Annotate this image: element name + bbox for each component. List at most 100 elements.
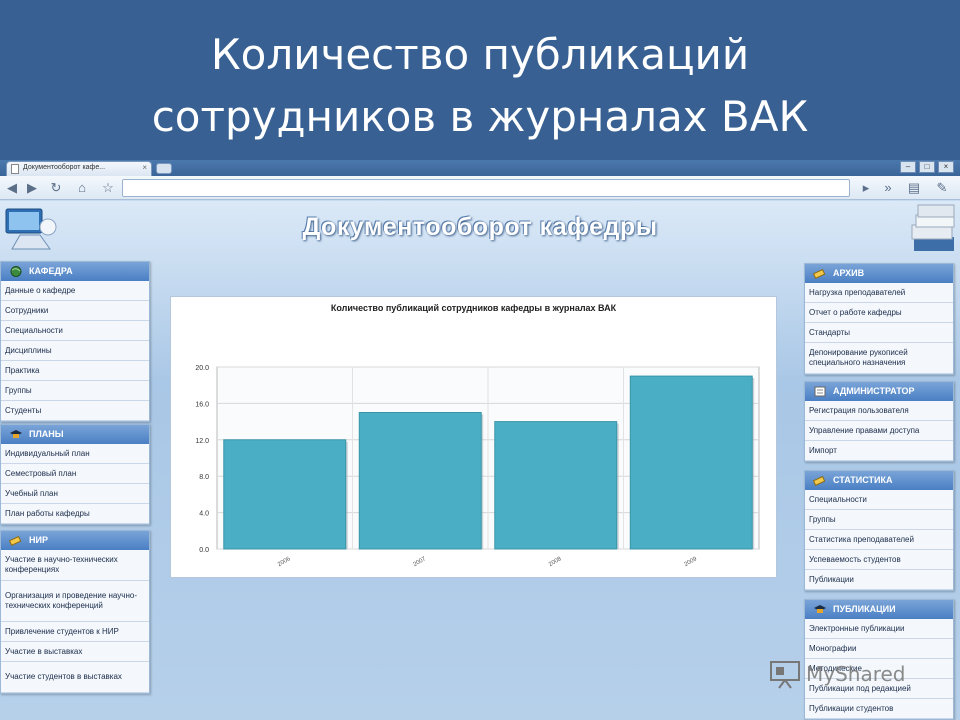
- star-icon[interactable]: ☆: [100, 180, 116, 196]
- menu-link-label: Участие в выставках: [5, 646, 83, 656]
- menu-header-icon: [9, 535, 22, 546]
- tab-close-icon[interactable]: ×: [142, 163, 147, 172]
- left-menu-header-1[interactable]: ПЛАНЫ: [1, 425, 149, 444]
- menu-link-label: Привлечение студентов к НИР: [5, 626, 119, 636]
- page-icon: [11, 164, 19, 174]
- menu-header-icon: [814, 605, 826, 613]
- menu-link[interactable]: Отчет о работе кафедры: [805, 303, 953, 323]
- menu-header-icon: [814, 386, 826, 397]
- left-menu-header-0[interactable]: КАФЕДРА: [1, 262, 149, 281]
- menu-link[interactable]: Организация и проведение научно-техничес…: [1, 581, 149, 622]
- menu-header-icon: [10, 266, 22, 277]
- y-tick-label: 16.0: [195, 401, 209, 408]
- presentation-board-icon: [770, 661, 800, 689]
- menu-link-label: Группы: [5, 385, 32, 395]
- right-menu-header-1[interactable]: АДМИНИСТРАТОР: [805, 382, 953, 401]
- menu-link[interactable]: Практика: [1, 361, 149, 381]
- left-menu-header-2[interactable]: НИР: [1, 531, 149, 550]
- menu-link[interactable]: Участие студентов в выставках: [1, 662, 149, 693]
- menu-link-label: Специальности: [809, 494, 867, 504]
- menu-link-label: Успеваемость студентов: [809, 554, 901, 564]
- left-menu-2: НИР Участие в научно-технических конферен…: [0, 530, 150, 694]
- chart-panel: Количество публикаций сотрудников кафедр…: [170, 296, 777, 578]
- menu-link-label: Регистрация пользователя: [809, 405, 909, 415]
- menu-header-label: ПЛАНЫ: [29, 429, 64, 439]
- reload-icon[interactable]: ↻: [48, 180, 64, 196]
- menu-link[interactable]: Данные о кафедре: [1, 281, 149, 301]
- y-tick-label: 4.0: [199, 511, 209, 518]
- menu-link[interactable]: Публикации студентов: [805, 699, 953, 719]
- menu-link-label: Практика: [5, 365, 40, 375]
- menu-link[interactable]: Специальности: [805, 490, 953, 510]
- x-tick-label: 2008: [548, 556, 563, 568]
- maximize-button[interactable]: □: [919, 161, 935, 173]
- menu-link[interactable]: Регистрация пользователя: [805, 401, 953, 421]
- menu-link[interactable]: Нагрузка преподавателей: [805, 283, 953, 303]
- y-tick-label: 20.0: [195, 365, 209, 372]
- menu-link[interactable]: Успеваемость студентов: [805, 550, 953, 570]
- wrench-icon[interactable]: ✎: [934, 180, 950, 196]
- menu-link[interactable]: Группы: [805, 510, 953, 530]
- slide-header: Количество публикаций сотрудников в журн…: [0, 0, 960, 162]
- bar: [358, 412, 482, 550]
- tab-title: Документооборот кафе...: [23, 164, 106, 171]
- bar: [629, 375, 753, 550]
- right-menu-header-0[interactable]: АРХИВ: [805, 264, 953, 283]
- right-menu-header-3[interactable]: ПУБЛИКАЦИИ: [805, 600, 953, 619]
- menu-header-icon: [813, 268, 826, 279]
- menu-header-icon: [10, 430, 22, 438]
- go-icon[interactable]: ▸: [858, 180, 874, 196]
- menu-link[interactable]: Специальности: [1, 321, 149, 341]
- menu-link[interactable]: Депонирование рукописей специального наз…: [805, 343, 953, 374]
- new-tab-button[interactable]: [156, 163, 172, 174]
- bar: [494, 421, 618, 550]
- menu-link-label: Индивидуальный план: [5, 448, 90, 458]
- bookmarks-more-icon[interactable]: »: [880, 180, 896, 196]
- menu-link[interactable]: Управление правами доступа: [805, 421, 953, 441]
- menu-link[interactable]: Стандарты: [805, 323, 953, 343]
- menu-link[interactable]: План работы кафедры: [1, 504, 149, 524]
- menu-link-label: Организация и проведение научно-техничес…: [5, 591, 137, 610]
- menu-link-label: Статистика преподавателей: [809, 534, 914, 544]
- documents-stack-icon: [911, 204, 955, 251]
- menu-link[interactable]: Группы: [1, 381, 149, 401]
- menu-link[interactable]: Студенты: [1, 401, 149, 421]
- page-menu-icon[interactable]: ▤: [906, 180, 922, 196]
- menu-link[interactable]: Электронные публикации: [805, 619, 953, 639]
- menu-header-label: АРХИВ: [833, 268, 865, 278]
- menu-link[interactable]: Дисциплины: [1, 341, 149, 361]
- y-tick-label: 0.0: [199, 547, 209, 554]
- tab-bar: Документооборот кафе... × – □ ×: [0, 160, 960, 176]
- slide-title-line-2: сотрудников в журналах ВАК: [151, 92, 809, 141]
- menu-link[interactable]: Сотрудники: [1, 301, 149, 321]
- left-menu-0: КАФЕДРА Данные о кафедре Сотрудники Специал…: [0, 261, 150, 422]
- home-icon[interactable]: ⌂: [74, 180, 90, 196]
- menu-link-label: Семестровый план: [5, 468, 77, 478]
- menu-link[interactable]: Участие в выставках: [1, 642, 149, 662]
- menu-link-label: Сотрудники: [5, 305, 49, 315]
- address-bar[interactable]: [122, 179, 850, 197]
- menu-header-label: ПУБЛИКАЦИИ: [833, 604, 896, 614]
- close-window-button[interactable]: ×: [938, 161, 954, 173]
- site-title: Документооборот кафедры: [302, 213, 658, 241]
- menu-link[interactable]: Публикации: [805, 570, 953, 590]
- menu-link-label: Студенты: [5, 405, 42, 415]
- browser-window: Документооборот кафе... × – □ × ◀ ▶ ↻ ⌂ …: [0, 160, 960, 720]
- y-tick-label: 8.0: [199, 474, 209, 481]
- minimize-button[interactable]: –: [900, 161, 916, 173]
- x-tick-label: 2009: [683, 556, 698, 568]
- menu-link[interactable]: Статистика преподавателей: [805, 530, 953, 550]
- right-menu-header-2[interactable]: СТАТИСТИКА: [805, 471, 953, 490]
- back-icon[interactable]: ◀: [4, 180, 20, 196]
- menu-link-label: Участие в научно-технических конференция…: [5, 555, 118, 574]
- menu-link[interactable]: Привлечение студентов к НИР: [1, 622, 149, 642]
- right-menu-2: СТАТИСТИКА Специальности Группы Статистика …: [804, 470, 954, 591]
- menu-link[interactable]: Учебный план: [1, 484, 149, 504]
- menu-link[interactable]: Участие в научно-технических конференция…: [1, 550, 149, 581]
- menu-link-label: Специальности: [5, 325, 63, 335]
- forward-icon[interactable]: ▶: [24, 180, 40, 196]
- menu-link[interactable]: Индивидуальный план: [1, 444, 149, 464]
- menu-link[interactable]: Импорт: [805, 441, 953, 461]
- menu-link[interactable]: Семестровый план: [1, 464, 149, 484]
- browser-tab[interactable]: Документооборот кафе... ×: [6, 161, 152, 176]
